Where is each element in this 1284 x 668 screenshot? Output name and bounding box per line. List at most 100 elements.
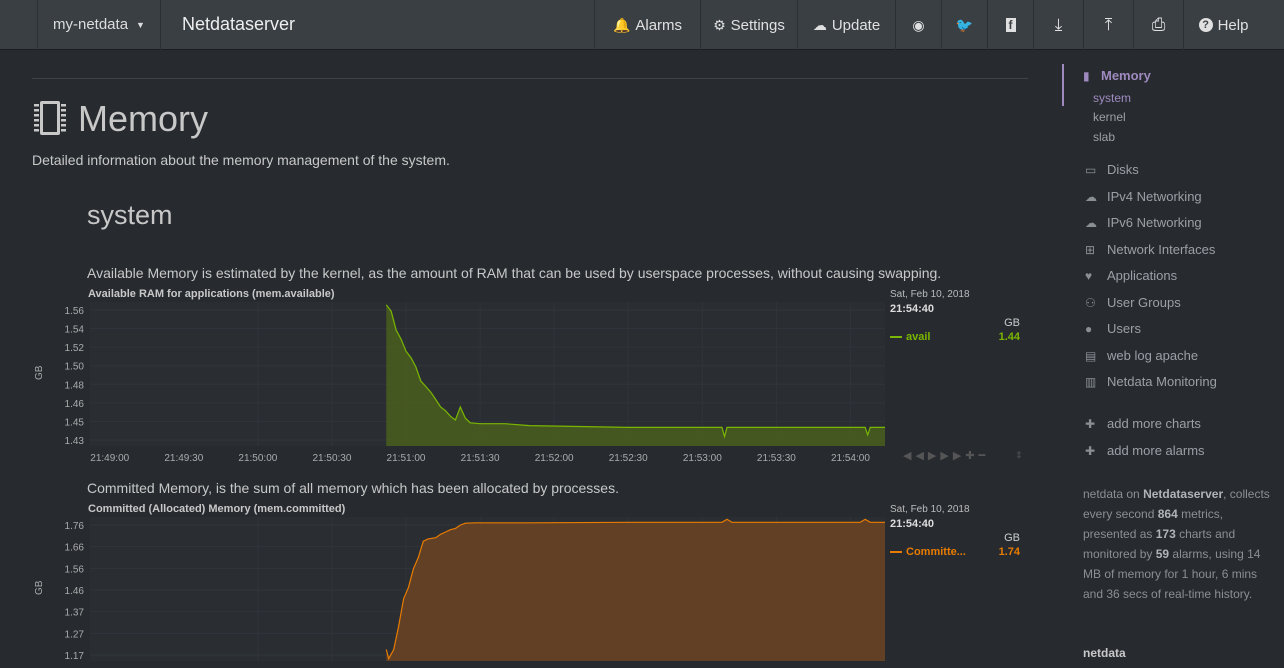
legend-series-value: 1.44 xyxy=(998,331,1020,343)
sidebar-item-netdata-monitoring[interactable]: ▥ Netdata Monitoring xyxy=(1085,374,1217,389)
print-button[interactable]: ⎙ xyxy=(1133,0,1183,50)
y-tick-label: 1.27 xyxy=(65,629,85,640)
y-tick-label: 1.56 xyxy=(65,306,85,317)
main-content: Memory Detailed information about the me… xyxy=(0,50,1050,668)
sidebar-subitem-slab[interactable]: slab xyxy=(1093,130,1115,144)
hosts-dropdown[interactable]: my-netdata ▼ xyxy=(37,0,161,50)
upload-icon: ⤒ xyxy=(1104,15,1113,34)
x-tick-label: 21:50:00 xyxy=(238,453,277,464)
sidebar-subitem-system[interactable]: system xyxy=(1093,91,1131,105)
resize-handle-icon[interactable]: ⇕ xyxy=(1015,450,1023,461)
legend-time: 21:54:40 xyxy=(890,303,935,315)
twitter-button[interactable]: 🐦 xyxy=(941,0,987,50)
facebook-button[interactable]: f xyxy=(987,0,1033,50)
cloud-icon: ☁ xyxy=(1085,215,1097,230)
sidebar-nav: ▮ Memory system kernel slab ▭ Disks ☁ IPv4… xyxy=(1050,50,1284,668)
legend-swatch xyxy=(890,336,902,339)
play-icon[interactable]: ▶ xyxy=(928,450,940,462)
y-tick-label: 1.46 xyxy=(65,586,85,597)
plus-icon: ✚ xyxy=(1085,443,1096,458)
series-area xyxy=(386,519,885,661)
settings-label: Settings xyxy=(730,16,785,34)
sidebar-item-ipv6[interactable]: ☁ IPv6 Networking xyxy=(1085,215,1202,230)
x-tick-label: 21:49:00 xyxy=(90,453,129,464)
sitemap-icon: ⊞ xyxy=(1085,242,1096,257)
sidebar-subitem-kernel[interactable]: kernel xyxy=(1093,110,1126,124)
github-button[interactable]: ◉ xyxy=(895,0,941,50)
info-server: Netdataserver xyxy=(1143,487,1224,501)
y-tick-label: 1.66 xyxy=(65,543,85,554)
twitter-icon: 🐦 xyxy=(955,16,974,33)
sidebar-item-web-log-apache[interactable]: ▤ web log apache xyxy=(1085,348,1198,363)
upload-button[interactable]: ⤒ xyxy=(1083,0,1133,50)
netdata-info-text: netdata on Netdataserver, collects every… xyxy=(1083,484,1278,604)
zoom-in-icon[interactable]: ✚ xyxy=(965,450,978,462)
y-axis-label: GB xyxy=(34,365,45,380)
zoom-out-icon[interactable]: ━ xyxy=(979,450,990,462)
x-tick-label: 21:52:00 xyxy=(535,453,574,464)
sidebar-item-network-interfaces[interactable]: ⊞ Network Interfaces xyxy=(1085,242,1215,257)
chart-description-available: Available Memory is estimated by the ker… xyxy=(87,265,942,281)
add-more-charts-link[interactable]: ✚ add more charts xyxy=(1085,416,1201,431)
sidebar-item-users[interactable]: ● Users xyxy=(1085,321,1141,336)
cloud-download-icon: ☁ xyxy=(812,16,827,33)
sidebar-item-label: Disks xyxy=(1107,162,1139,177)
chart-available-ram[interactable]: 1.56 1.54 1.52 1.50 1.48 1.46 1.45 1.43 GB 21:49:… xyxy=(0,300,890,470)
legend-series-name: Committe... xyxy=(906,546,966,558)
x-tick-label: 21:52:30 xyxy=(609,453,648,464)
cloud-icon: ☁ xyxy=(1085,189,1097,204)
github-icon: ◉ xyxy=(912,16,925,33)
user-icon: ● xyxy=(1085,321,1093,336)
help-button[interactable]: ? Help xyxy=(1183,0,1263,50)
sidebar-item-label: IPv4 Networking xyxy=(1107,189,1202,204)
x-tick-label: 21:49:30 xyxy=(164,453,203,464)
server-name[interactable]: Netdataserver xyxy=(182,14,295,35)
sidebar-item-label: add more charts xyxy=(1107,416,1201,431)
microchip-icon: ▮ xyxy=(1083,68,1090,83)
heartbeat-icon: ♥ xyxy=(1085,268,1093,283)
microchip-icon xyxy=(34,101,66,135)
update-label: Update xyxy=(831,16,881,34)
y-tick-label: 1.43 xyxy=(65,436,85,447)
legend-unit: GB xyxy=(1004,317,1020,329)
y-tick-label: 1.48 xyxy=(65,380,85,391)
legend-series-avail[interactable]: avail 1.44 xyxy=(890,331,1020,343)
facebook-icon: f xyxy=(1005,18,1016,32)
top-navbar: my-netdata ▼ Netdataserver 🔔 Alarms ⚙ Se… xyxy=(0,0,1284,50)
add-more-alarms-link[interactable]: ✚ add more alarms xyxy=(1085,443,1205,458)
info-charts: 173 xyxy=(1155,527,1176,541)
sidebar-item-user-groups[interactable]: ⚇ User Groups xyxy=(1085,295,1181,310)
legend-series-committed[interactable]: Committe... 1.74 xyxy=(890,546,1020,558)
section-title: Memory xyxy=(78,98,209,139)
rewind-icon[interactable]: ◀◀ xyxy=(903,450,928,462)
settings-button[interactable]: ⚙ Settings xyxy=(700,0,797,50)
sidebar-item-label: IPv6 Networking xyxy=(1107,215,1202,230)
navbar-actions: 🔔 Alarms ⚙ Settings ☁ Update ◉ 🐦 f ⤓ ⤒ ⎙ xyxy=(594,0,1263,50)
download-icon: ⤓ xyxy=(1054,15,1063,34)
legend-unit: GB xyxy=(1004,532,1020,544)
y-tick-label: 1.52 xyxy=(65,343,85,354)
chart-title-available: Available RAM for applications (mem.avai… xyxy=(88,288,335,300)
users-icon: ⚇ xyxy=(1085,295,1096,310)
chart-committed-memory[interactable]: 1.76 1.66 1.56 1.46 1.37 1.27 1.17 GB xyxy=(0,515,890,668)
hosts-dropdown-label: my-netdata xyxy=(53,16,129,33)
sidebar-item-memory[interactable]: ▮ Memory xyxy=(1083,68,1151,83)
bell-icon: 🔔 xyxy=(612,16,631,33)
sidebar-item-label: Users xyxy=(1107,321,1141,336)
download-button[interactable]: ⤓ xyxy=(1033,0,1083,50)
alarms-button[interactable]: 🔔 Alarms xyxy=(594,0,700,50)
legend-time: 21:54:40 xyxy=(890,518,935,530)
legend-date: Sat, Feb 10, 2018 xyxy=(890,504,970,515)
forward-icon[interactable]: ▶▶ xyxy=(940,450,965,462)
info-alarms: 59 xyxy=(1155,547,1170,561)
sidebar-item-label: Network Interfaces xyxy=(1107,242,1216,257)
y-tick-label: 1.54 xyxy=(65,325,85,336)
legend-series-value: 1.74 xyxy=(998,546,1020,558)
sidebar-item-disks[interactable]: ▭ Disks xyxy=(1085,162,1139,177)
print-icon: ⎙ xyxy=(1151,15,1166,34)
update-button[interactable]: ☁ Update xyxy=(797,0,895,50)
sidebar-item-ipv4[interactable]: ☁ IPv4 Networking xyxy=(1085,189,1202,204)
sidebar-item-applications[interactable]: ♥ Applications xyxy=(1085,268,1177,283)
chart-title-committed: Committed (Allocated) Memory (mem.commit… xyxy=(88,503,346,515)
bar-chart-icon: ▥ xyxy=(1085,374,1097,389)
